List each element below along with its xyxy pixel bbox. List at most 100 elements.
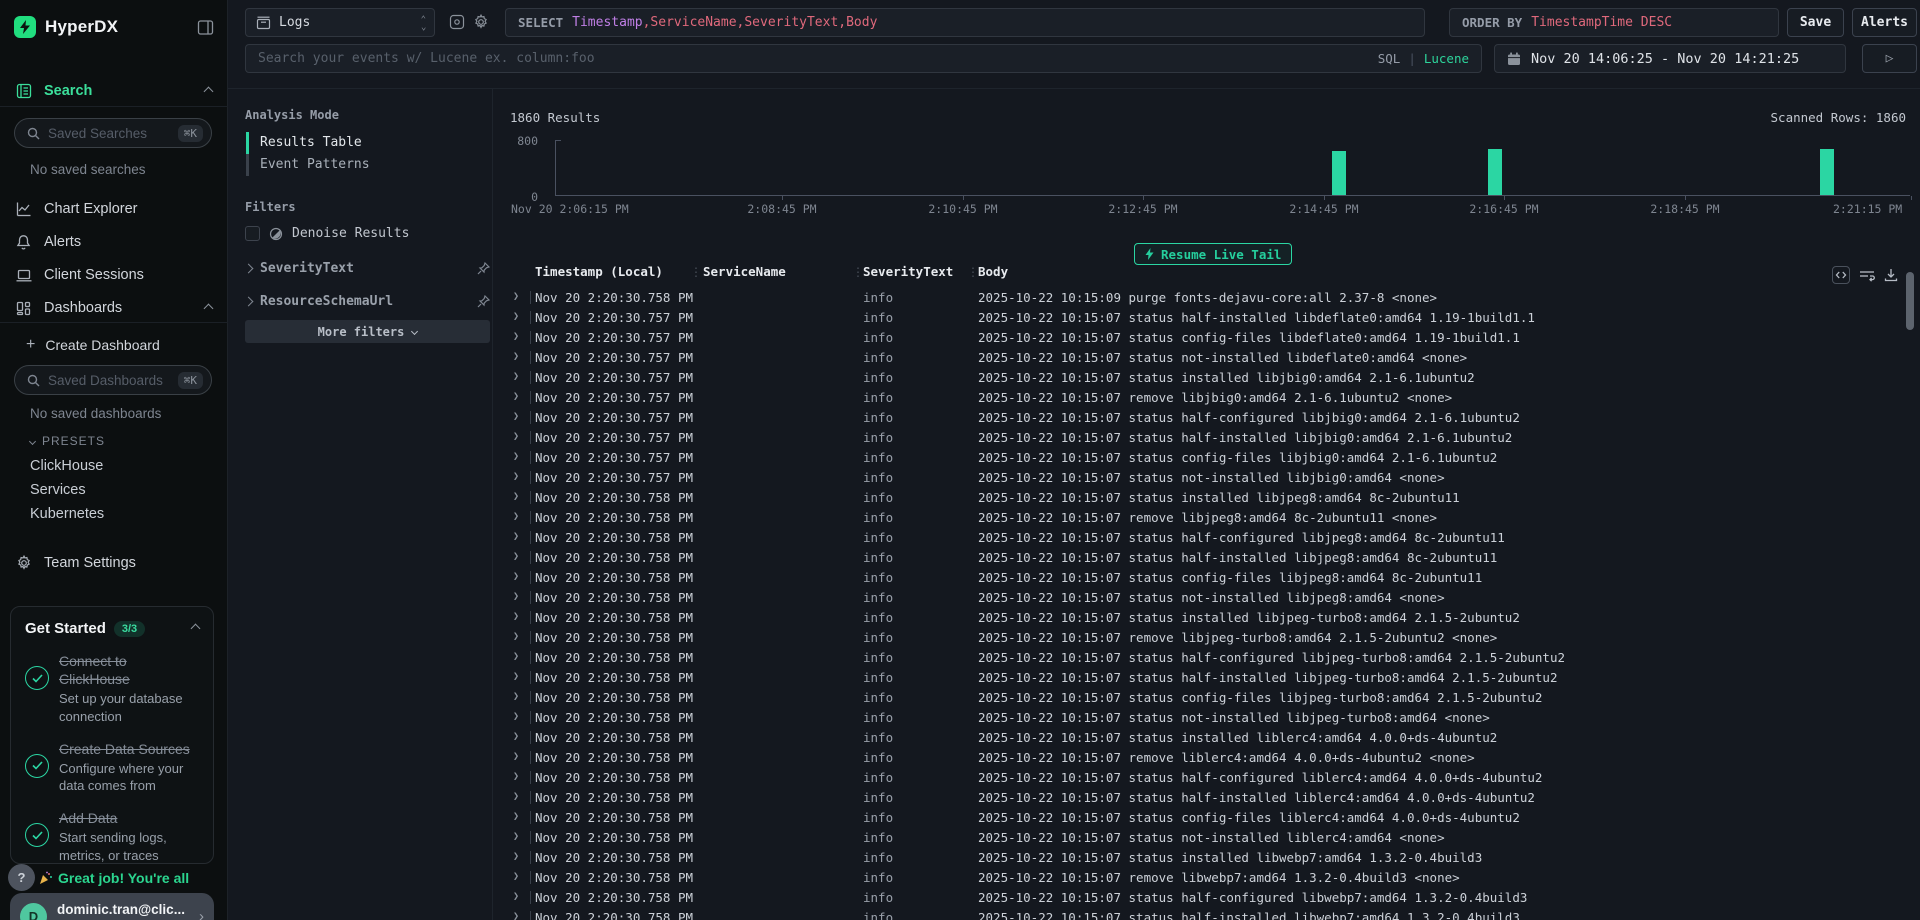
pin-icon[interactable] xyxy=(477,262,490,275)
table-row[interactable]: ❯Nov 20 2:20:30.757 PMinfo2025-10-22 10:… xyxy=(505,428,1912,448)
expand-chevron-icon[interactable]: ❯ xyxy=(513,331,519,342)
table-row[interactable]: ❯Nov 20 2:20:30.758 PMinfo2025-10-22 10:… xyxy=(505,888,1912,908)
expand-chevron-icon[interactable]: ❯ xyxy=(513,291,519,302)
table-row[interactable]: ❯Nov 20 2:20:30.757 PMinfo2025-10-22 10:… xyxy=(505,368,1912,388)
table-row[interactable]: ❯Nov 20 2:20:30.757 PMinfo2025-10-22 10:… xyxy=(505,348,1912,368)
table-row[interactable]: ❯Nov 20 2:20:30.758 PMinfo2025-10-22 10:… xyxy=(505,508,1912,528)
table-row[interactable]: ❯Nov 20 2:20:30.758 PMinfo2025-10-22 10:… xyxy=(505,808,1912,828)
pin-icon[interactable] xyxy=(477,295,490,308)
expand-chevron-icon[interactable]: ❯ xyxy=(513,911,519,920)
expand-chevron-icon[interactable]: ❯ xyxy=(513,611,519,622)
help-button[interactable]: ? xyxy=(8,864,35,891)
sidebar-item-chart-explorer[interactable]: Chart Explorer xyxy=(0,196,228,222)
expand-chevron-icon[interactable]: ❯ xyxy=(513,451,519,462)
expand-chevron-icon[interactable]: ❯ xyxy=(513,831,519,842)
table-row[interactable]: ❯Nov 20 2:20:30.758 PMinfo2025-10-22 10:… xyxy=(505,688,1912,708)
expand-chevron-icon[interactable]: ❯ xyxy=(513,491,519,502)
expand-chevron-icon[interactable]: ❯ xyxy=(513,431,519,442)
saved-dashboards-input[interactable]: Saved Dashboards ⌘K xyxy=(14,365,212,395)
expand-chevron-icon[interactable]: ❯ xyxy=(513,691,519,702)
expand-chevron-icon[interactable]: ❯ xyxy=(513,471,519,482)
table-row[interactable]: ❯Nov 20 2:20:30.758 PMinfo2025-10-22 10:… xyxy=(505,908,1912,920)
more-filters-button[interactable]: More filters xyxy=(245,320,490,343)
table-row[interactable]: ❯Nov 20 2:20:30.758 PMinfo2025-10-22 10:… xyxy=(505,668,1912,688)
alerts-button[interactable]: Alerts xyxy=(1852,8,1917,37)
expand-chevron-icon[interactable]: ❯ xyxy=(513,311,519,322)
sidebar-item-client-sessions[interactable]: Client Sessions xyxy=(0,262,228,288)
column-separator[interactable]: ⋮ xyxy=(690,265,702,279)
expand-chevron-icon[interactable]: ❯ xyxy=(513,851,519,862)
expand-chevron-icon[interactable]: ❯ xyxy=(513,531,519,542)
select-query-input[interactable]: SELECT Timestamp ,ServiceName,SeverityTe… xyxy=(505,8,1425,37)
user-menu[interactable]: D dominic.tran@clic... dominic.tran@clic… xyxy=(10,893,214,920)
table-row[interactable]: ❯Nov 20 2:20:30.758 PMinfo2025-10-22 10:… xyxy=(505,608,1912,628)
table-row[interactable]: ❯Nov 20 2:20:30.757 PMinfo2025-10-22 10:… xyxy=(505,388,1912,408)
denoise-results-toggle[interactable]: Denoise Results xyxy=(245,226,409,241)
table-row[interactable]: ❯Nov 20 2:20:30.758 PMinfo2025-10-22 10:… xyxy=(505,288,1912,308)
table-row[interactable]: ❯Nov 20 2:20:30.757 PMinfo2025-10-22 10:… xyxy=(505,468,1912,488)
sidebar-item-alerts[interactable]: Alerts xyxy=(0,229,228,255)
order-by-input[interactable]: ORDER BY TimestampTime DESC xyxy=(1449,8,1779,37)
columns-icon[interactable] xyxy=(449,14,465,30)
expand-chevron-icon[interactable]: ❯ xyxy=(513,371,519,382)
table-row[interactable]: ❯Nov 20 2:20:30.758 PMinfo2025-10-22 10:… xyxy=(505,648,1912,668)
expand-chevron-icon[interactable]: ❯ xyxy=(513,791,519,802)
expand-chevron-icon[interactable]: ❯ xyxy=(513,511,519,522)
table-row[interactable]: ❯Nov 20 2:20:30.758 PMinfo2025-10-22 10:… xyxy=(505,768,1912,788)
expand-chevron-icon[interactable]: ❯ xyxy=(513,731,519,742)
table-row[interactable]: ❯Nov 20 2:20:30.758 PMinfo2025-10-22 10:… xyxy=(505,528,1912,548)
save-button[interactable]: Save xyxy=(1787,8,1844,37)
table-row[interactable]: ❯Nov 20 2:20:30.757 PMinfo2025-10-22 10:… xyxy=(505,448,1912,468)
sidebar-item-search[interactable]: Search xyxy=(0,78,228,104)
saved-searches-input[interactable]: Saved Searches ⌘K xyxy=(14,118,212,148)
table-row[interactable]: ❯Nov 20 2:20:30.758 PMinfo2025-10-22 10:… xyxy=(505,548,1912,568)
expand-chevron-icon[interactable]: ❯ xyxy=(513,671,519,682)
filter-group-severitytext[interactable]: SeverityText xyxy=(245,258,490,278)
collapse-sidebar-icon[interactable] xyxy=(197,19,214,36)
expand-chevron-icon[interactable]: ❯ xyxy=(513,631,519,642)
sidebar-preset-kubernetes[interactable]: Kubernetes xyxy=(30,506,104,522)
search-events-input[interactable]: Search your events w/ Lucene ex. column:… xyxy=(245,44,1482,73)
table-row[interactable]: ❯Nov 20 2:20:30.757 PMinfo2025-10-22 10:… xyxy=(505,328,1912,348)
analysis-mode-event-patterns[interactable]: Event Patterns xyxy=(249,154,486,176)
table-row[interactable]: ❯Nov 20 2:20:30.758 PMinfo2025-10-22 10:… xyxy=(505,728,1912,748)
analysis-mode-results-table[interactable]: Results Table xyxy=(249,132,486,154)
events-histogram[interactable]: 800 0 Nov 20 2:06:15 PM2:08:45 PM2:10:45… xyxy=(555,140,1910,196)
presets-toggle[interactable]: PRESETS xyxy=(30,434,105,448)
expand-chevron-icon[interactable]: ❯ xyxy=(513,591,519,602)
filter-group-resourceschemaurl[interactable]: ResourceSchemaUrl xyxy=(245,291,490,311)
expand-chevron-icon[interactable]: ❯ xyxy=(513,891,519,902)
chart-bar[interactable] xyxy=(1820,149,1834,195)
column-header-severitytext[interactable]: SeverityText xyxy=(863,264,953,279)
run-query-button[interactable]: ▷ xyxy=(1862,44,1917,73)
table-row[interactable]: ❯Nov 20 2:20:30.758 PMinfo2025-10-22 10:… xyxy=(505,708,1912,728)
get-started-item[interactable]: Connect to ClickHouseSet up your databas… xyxy=(25,652,199,725)
table-row[interactable]: ❯Nov 20 2:20:30.758 PMinfo2025-10-22 10:… xyxy=(505,488,1912,508)
chevron-up-icon[interactable] xyxy=(191,624,201,634)
column-header-servicename[interactable]: ServiceName xyxy=(703,264,786,279)
chart-bar[interactable] xyxy=(1488,149,1502,195)
table-row[interactable]: ❯Nov 20 2:20:30.758 PMinfo2025-10-22 10:… xyxy=(505,588,1912,608)
column-header-timestamp[interactable]: Timestamp (Local) xyxy=(535,264,663,279)
expand-chevron-icon[interactable]: ❯ xyxy=(513,411,519,422)
expand-chevron-icon[interactable]: ❯ xyxy=(513,391,519,402)
date-range-picker[interactable]: Nov 20 14:06:25 - Nov 20 14:21:25 xyxy=(1494,44,1846,73)
table-row[interactable]: ❯Nov 20 2:20:30.758 PMinfo2025-10-22 10:… xyxy=(505,788,1912,808)
table-row[interactable]: ❯Nov 20 2:20:30.758 PMinfo2025-10-22 10:… xyxy=(505,868,1912,888)
table-row[interactable]: ❯Nov 20 2:20:30.758 PMinfo2025-10-22 10:… xyxy=(505,568,1912,588)
expand-chevron-icon[interactable]: ❯ xyxy=(513,771,519,782)
table-row[interactable]: ❯Nov 20 2:20:30.758 PMinfo2025-10-22 10:… xyxy=(505,748,1912,768)
expand-chevron-icon[interactable]: ❯ xyxy=(513,551,519,562)
gear-icon[interactable] xyxy=(473,14,489,30)
language-toggle-lucene[interactable]: Lucene xyxy=(1424,51,1469,66)
expand-chevron-icon[interactable]: ❯ xyxy=(513,571,519,582)
expand-chevron-icon[interactable]: ❯ xyxy=(513,651,519,662)
column-header-body[interactable]: Body xyxy=(978,264,1008,279)
expand-chevron-icon[interactable]: ❯ xyxy=(513,811,519,822)
expand-chevron-icon[interactable]: ❯ xyxy=(513,751,519,762)
get-started-item[interactable]: Create Data SourcesConfigure where your … xyxy=(25,740,199,795)
chart-bar[interactable] xyxy=(1332,151,1346,195)
source-selector[interactable]: Logs ⌃⌃ xyxy=(245,8,435,37)
table-row[interactable]: ❯Nov 20 2:20:30.758 PMinfo2025-10-22 10:… xyxy=(505,848,1912,868)
sidebar-preset-services[interactable]: Services xyxy=(30,482,86,498)
